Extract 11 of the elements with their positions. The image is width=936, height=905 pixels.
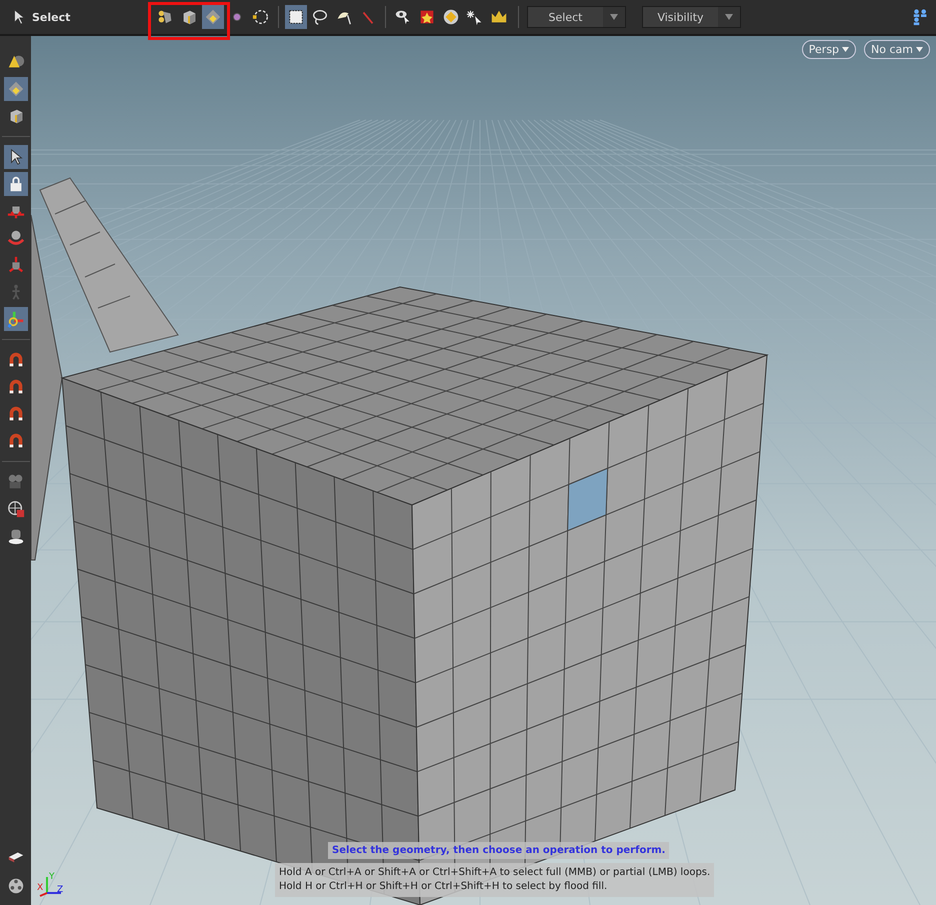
view-menu-button[interactable]: No cam (864, 40, 930, 59)
axis-label: Z (57, 886, 64, 895)
select-tool-button[interactable]: Select (10, 8, 150, 26)
view-menu-button[interactable]: Persp (802, 40, 856, 59)
dropdown[interactable]: Visibility (642, 6, 741, 28)
hint-text: Hold A or Ctrl+A or Shift+A or Ctrl+Shift+A to select full (MMB) or partial (LMB) loops. (279, 866, 710, 880)
prompt-message: Select the geometry, then choose an operation to perform. (328, 842, 670, 859)
axis-label: Y (49, 873, 54, 882)
axis-label: X (37, 884, 44, 893)
dropdown[interactable]: Select (527, 6, 626, 28)
hint-text: Hold H or Ctrl+H or Shift+H or Ctrl+Shift+H to select by flood fill. (279, 880, 608, 894)
